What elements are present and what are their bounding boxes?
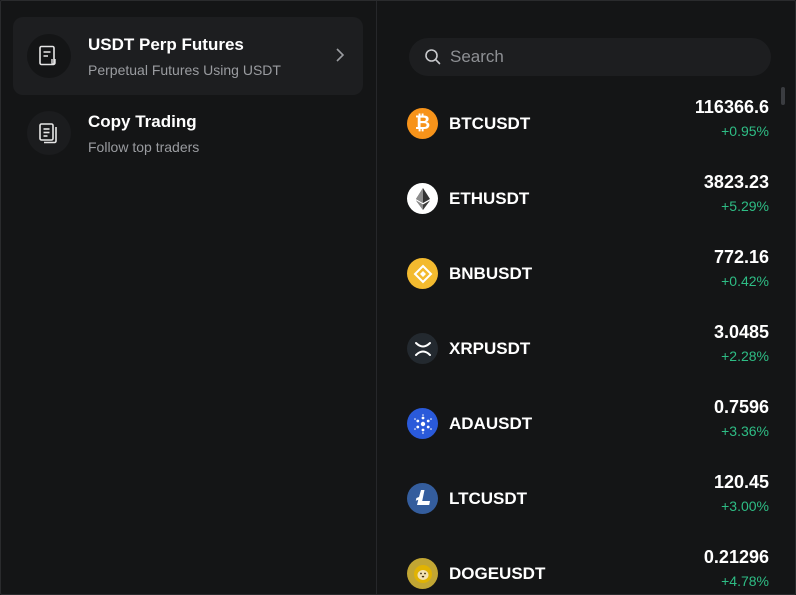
market-change: +5.29% <box>721 198 769 214</box>
menu-item-usdt-perp-futures[interactable]: USDT Perp Futures Perpetual Futures Usin… <box>13 17 363 95</box>
app-window: USDT Perp Futures Perpetual Futures Usin… <box>0 0 796 595</box>
market-row-adausdt[interactable]: ADAUSDT 0.7596 +3.36% <box>407 386 769 461</box>
menu-item-subtitle: Perpetual Futures Using USDT <box>88 61 281 78</box>
ethereum-icon <box>407 183 438 214</box>
market-price: 772.16 <box>713 247 769 267</box>
market-change: +0.95% <box>721 123 769 139</box>
copy-doc-icon <box>27 111 71 155</box>
menu-item-subtitle: Follow top traders <box>88 138 200 155</box>
market-symbol: BNBUSDT <box>449 263 533 283</box>
chevron-right-icon <box>336 48 345 62</box>
search-box[interactable] <box>409 38 771 76</box>
menu-item-copy-trading[interactable]: Copy Trading Follow top traders <box>13 94 363 172</box>
market-price: 0.21296 <box>703 547 769 567</box>
search-icon <box>425 49 441 65</box>
futures-doc-icon <box>27 34 71 78</box>
dogecoin-icon <box>407 558 438 589</box>
market-price: 116366.6 <box>694 97 769 117</box>
bnb-icon <box>407 258 438 289</box>
cardano-icon <box>407 408 438 439</box>
market-row-dogeusdt[interactable]: DOGEUSDT 0.21296 +4.78% <box>407 536 769 594</box>
market-symbol: ETHUSDT <box>449 188 530 208</box>
market-row-bnbusdt[interactable]: BNBUSDT 772.16 +0.42% <box>407 236 769 311</box>
market-symbol: ADAUSDT <box>449 413 533 433</box>
market-change: +2.28% <box>721 348 769 364</box>
market-symbol: LTCUSDT <box>449 488 528 508</box>
market-symbol: DOGEUSDT <box>449 563 546 583</box>
litecoin-icon <box>407 483 438 514</box>
xrp-icon <box>407 333 438 364</box>
market-price: 3.0485 <box>713 322 769 342</box>
bitcoin-icon: ₿ <box>407 108 438 139</box>
scrollbar-thumb[interactable] <box>781 87 785 105</box>
product-menu: USDT Perp Futures Perpetual Futures Usin… <box>1 1 377 594</box>
search-input[interactable] <box>450 47 750 67</box>
market-symbol: XRPUSDT <box>449 338 531 358</box>
market-row-btcusdt[interactable]: ₿ BTCUSDT 116366.6 +0.95% <box>407 86 769 161</box>
menu-item-title: Copy Trading <box>88 111 197 131</box>
market-change: +3.36% <box>721 423 769 439</box>
market-price: 3823.23 <box>703 172 769 192</box>
market-change: +3.00% <box>721 498 769 514</box>
market-symbol: BTCUSDT <box>449 113 531 133</box>
market-row-xrpusdt[interactable]: XRPUSDT 3.0485 +2.28% <box>407 311 769 386</box>
market-price: 120.45 <box>713 472 769 492</box>
menu-item-title: USDT Perp Futures <box>88 34 244 54</box>
market-change: +0.42% <box>721 273 769 289</box>
market-change: +4.78% <box>721 573 769 589</box>
market-row-ltcusdt[interactable]: LTCUSDT 120.45 +3.00% <box>407 461 769 536</box>
market-list-panel: ₿ BTCUSDT 116366.6 +0.95% ETHUSDT 3823.2… <box>378 1 795 594</box>
market-row-ethusdt[interactable]: ETHUSDT 3823.23 +5.29% <box>407 161 769 236</box>
market-price: 0.7596 <box>713 397 769 417</box>
